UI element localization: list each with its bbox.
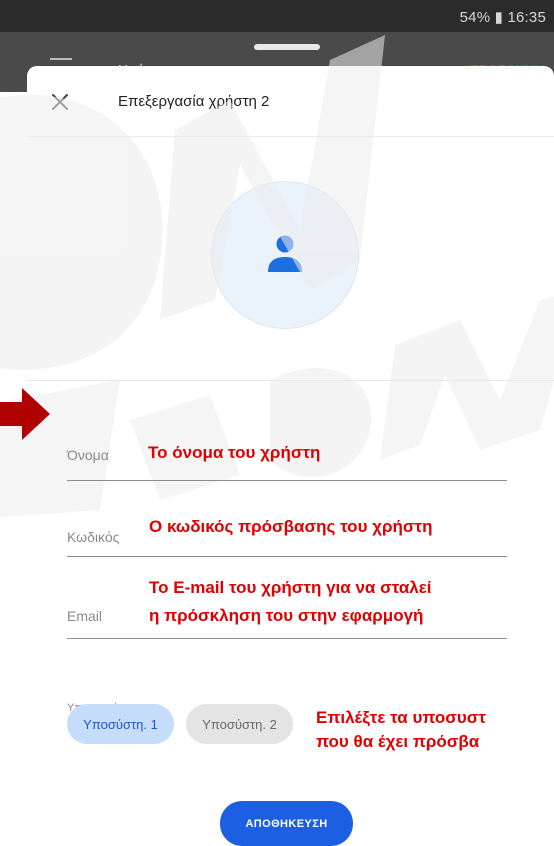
sheet-title: Επεξεργασία χρήστη 2 <box>118 93 270 110</box>
subsystem-chip-2[interactable]: Υποσύστη. 2 <box>186 704 293 744</box>
password-field-label: Κωδικός <box>67 529 120 545</box>
subsystem-chip-1[interactable]: Υποσύστη. 1 <box>67 704 174 744</box>
avatar-divider <box>27 380 554 381</box>
subsystems-annotation-line2: που θα έχει πρόσβα <box>316 732 480 751</box>
close-icon[interactable] <box>51 93 69 111</box>
person-icon <box>263 232 307 276</box>
name-field[interactable] <box>67 480 507 481</box>
email-field-label: Email <box>67 608 103 624</box>
name-field-label: Όνομα <box>67 447 109 463</box>
drag-handle[interactable] <box>254 44 320 50</box>
status-text: 54% ▮ 16:35 <box>459 9 546 26</box>
email-annotation-line1: Το E-mail του χρήστη για να σταλεί <box>149 578 432 597</box>
save-button[interactable]: ΑΠΟΘΗΚΕΥΣΗ <box>220 801 353 846</box>
subsystems-annotation-line1: Επιλέξτε τα υποσυστ <box>316 708 486 727</box>
password-field[interactable] <box>67 556 507 557</box>
email-field[interactable] <box>67 638 507 639</box>
name-annotation: Το όνομα του χρήστη <box>148 443 321 462</box>
header-divider <box>27 136 554 137</box>
status-bar: 54% ▮ 16:35 <box>0 0 554 32</box>
email-annotation-line2: η πρόσκληση του στην εφαρμογή <box>149 606 424 625</box>
password-annotation: Ο κωδικός πρόσβασης του χρήστη <box>149 517 433 536</box>
menu-icon <box>50 58 72 60</box>
arrow-right-icon <box>0 388 50 440</box>
